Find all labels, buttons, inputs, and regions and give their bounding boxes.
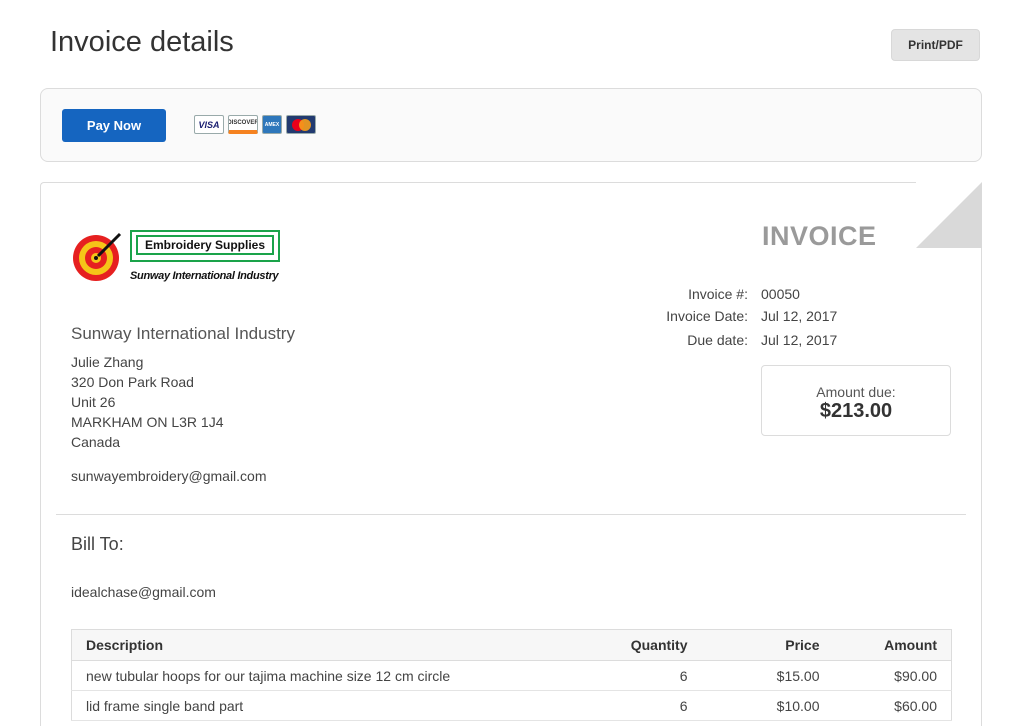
- invoice-number-label: Invoice #:: [688, 286, 748, 302]
- due-date: Jul 12, 2017: [761, 332, 838, 348]
- card-logos: VISA DISCOVER AMEX: [194, 115, 316, 134]
- mastercard-icon: [286, 115, 316, 134]
- row-price: $10.00: [687, 690, 820, 721]
- col-description: Description: [71, 629, 548, 661]
- pay-now-button[interactable]: Pay Now: [62, 109, 166, 142]
- invoice-heading: INVOICE: [762, 221, 877, 251]
- amex-icon: AMEX: [262, 115, 282, 134]
- seller-country: Canada: [71, 434, 121, 450]
- row-amount: $60.00: [819, 690, 952, 721]
- logo-brand: Embroidery Supplies: [136, 235, 274, 255]
- dartboard-icon: [73, 232, 122, 281]
- line-items-table: Description Quantity Price Amount new tu…: [71, 629, 952, 721]
- invoice-date: Jul 12, 2017: [761, 308, 838, 324]
- discover-icon: DISCOVER: [228, 115, 258, 134]
- logo-tagline: Sunway International Industry: [130, 270, 279, 282]
- row-quantity: 6: [547, 690, 688, 721]
- row-quantity: 6: [547, 660, 688, 691]
- amount-due-box: Amount due: $213.00: [761, 365, 951, 436]
- due-date-label: Due date:: [687, 332, 748, 348]
- seller-company: Sunway International Industry: [71, 324, 295, 343]
- amount-due-value: $213.00: [819, 400, 893, 422]
- row-price: $15.00: [687, 660, 820, 691]
- seller-street: 320 Don Park Road: [71, 374, 194, 390]
- col-price: Price: [687, 629, 820, 661]
- page-title: Invoice details: [50, 26, 234, 58]
- bill-to-label: Bill To:: [71, 534, 124, 554]
- col-quantity: Quantity: [547, 629, 688, 661]
- page-fold-icon: [916, 182, 982, 248]
- table-row: lid frame single band part 6 $10.00 $60.…: [71, 690, 952, 721]
- table-header-row: Description Quantity Price Amount: [71, 629, 952, 661]
- row-description: lid frame single band part: [71, 690, 548, 721]
- invoice-date-label: Invoice Date:: [666, 308, 748, 324]
- seller-unit: Unit 26: [71, 394, 116, 410]
- col-amount: Amount: [819, 629, 952, 661]
- row-description: new tubular hoops for our tajima machine…: [71, 660, 548, 691]
- seller-city: MARKHAM ON L3R 1J4: [71, 414, 224, 430]
- table-row: new tubular hoops for our tajima machine…: [71, 660, 952, 691]
- invoice-number: 00050: [761, 286, 800, 302]
- section-divider: [56, 514, 966, 515]
- row-amount: $90.00: [819, 660, 952, 691]
- seller-contact: Julie Zhang: [71, 354, 144, 370]
- print-pdf-button[interactable]: Print/PDF: [891, 29, 980, 61]
- amount-due-label: Amount due:: [816, 384, 896, 400]
- visa-icon: VISA: [194, 115, 224, 134]
- company-logo: Embroidery Supplies Sunway International…: [72, 224, 284, 288]
- payment-panel: Pay Now VISA DISCOVER AMEX: [40, 88, 982, 162]
- bill-to-email[interactable]: idealchase@gmail.com: [71, 584, 216, 600]
- seller-email[interactable]: sunwayembroidery@gmail.com: [71, 468, 267, 484]
